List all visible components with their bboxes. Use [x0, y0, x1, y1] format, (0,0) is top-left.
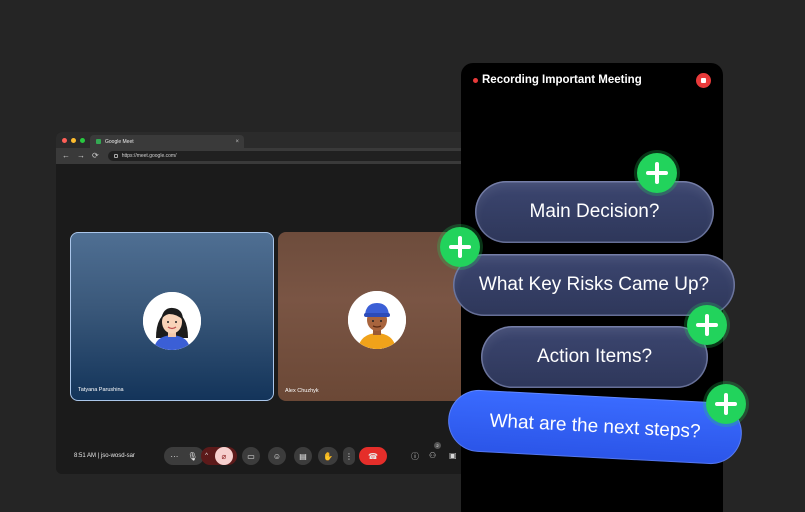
camera-controls: ^ ⌀ [201, 447, 237, 465]
browser-titlebar: Google Meet × [56, 132, 476, 148]
recording-title: Recording Important Meeting [482, 74, 642, 86]
participant-name: Tatyana Parushina [78, 387, 124, 393]
add-question-plus-icon[interactable] [440, 227, 480, 267]
emoji-button[interactable]: ☺ [268, 447, 286, 465]
captions-button[interactable]: ▤ [294, 447, 312, 465]
back-icon[interactable]: ← [62, 152, 70, 160]
meeting-time: 8:51 AM [74, 453, 97, 459]
present-button[interactable]: ▭ [242, 447, 260, 465]
stop-icon [701, 78, 706, 83]
participant-tile[interactable]: Tatyana Parushina [70, 232, 274, 401]
audio-controls: ··· 🎙 [164, 447, 204, 465]
more-options-button[interactable]: ⋮ [343, 447, 355, 465]
stop-recording-button[interactable] [696, 73, 711, 88]
meeting-controls-bar: 8:51 AM | jso-wosd-sar ··· 🎙 ^ ⌀ ▭ ☺ ▤ ✋… [56, 442, 476, 467]
reload-icon[interactable]: ⟳ [92, 152, 99, 160]
lock-icon [113, 154, 118, 158]
address-bar-row: ← → ⟳ https://meet.google.com/ [56, 148, 476, 164]
microphone-icon[interactable]: 🎙 [187, 452, 197, 461]
avatar [348, 291, 406, 349]
maximize-window-button[interactable] [80, 138, 85, 143]
add-question-plus-icon[interactable] [637, 153, 677, 193]
browser-tab[interactable]: Google Meet × [90, 135, 244, 148]
meeting-code: jso-wosd-sar [100, 453, 135, 459]
meeting-info: 8:51 AM | jso-wosd-sar [74, 453, 135, 459]
close-tab-icon[interactable]: × [235, 139, 239, 145]
recording-indicator-icon [473, 78, 478, 83]
add-question-plus-icon[interactable] [687, 305, 727, 345]
end-call-button[interactable]: ☎ [359, 447, 387, 465]
info-icon[interactable]: ⓘ [411, 451, 419, 462]
url-input[interactable]: https://meet.google.com/ [107, 151, 476, 161]
question-pill[interactable]: Main Decision? [475, 181, 714, 243]
more-audio-icon[interactable]: ··· [170, 452, 178, 461]
browser-window: Google Meet × ← → ⟳ https://meet.google.… [56, 132, 476, 474]
woman-avatar-icon [143, 292, 201, 350]
add-question-plus-icon[interactable] [706, 384, 746, 424]
participant-count-badge: 2 [434, 442, 441, 449]
window-controls [62, 138, 85, 143]
camera-off-icon[interactable]: ⌀ [214, 447, 233, 465]
tab-title: Google Meet [105, 138, 134, 145]
close-window-button[interactable] [62, 138, 67, 143]
raise-hand-button[interactable]: ✋ [318, 447, 338, 465]
url-text: https://meet.google.com/ [121, 153, 177, 159]
participant-name: Alex Chuzhyk [285, 388, 319, 394]
avatar [143, 292, 201, 350]
man-avatar-icon [348, 291, 406, 349]
question-pill[interactable]: Action Items? [481, 326, 708, 388]
chat-icon[interactable]: ▣ [449, 451, 457, 460]
minimize-window-button[interactable] [71, 138, 76, 143]
chevron-up-icon[interactable]: ^ [205, 453, 208, 459]
meet-favicon-icon [96, 139, 101, 144]
people-icon[interactable]: ⚇ [429, 451, 436, 460]
forward-icon[interactable]: → [77, 152, 85, 160]
question-pill[interactable]: What Key Risks Came Up? [453, 254, 735, 316]
